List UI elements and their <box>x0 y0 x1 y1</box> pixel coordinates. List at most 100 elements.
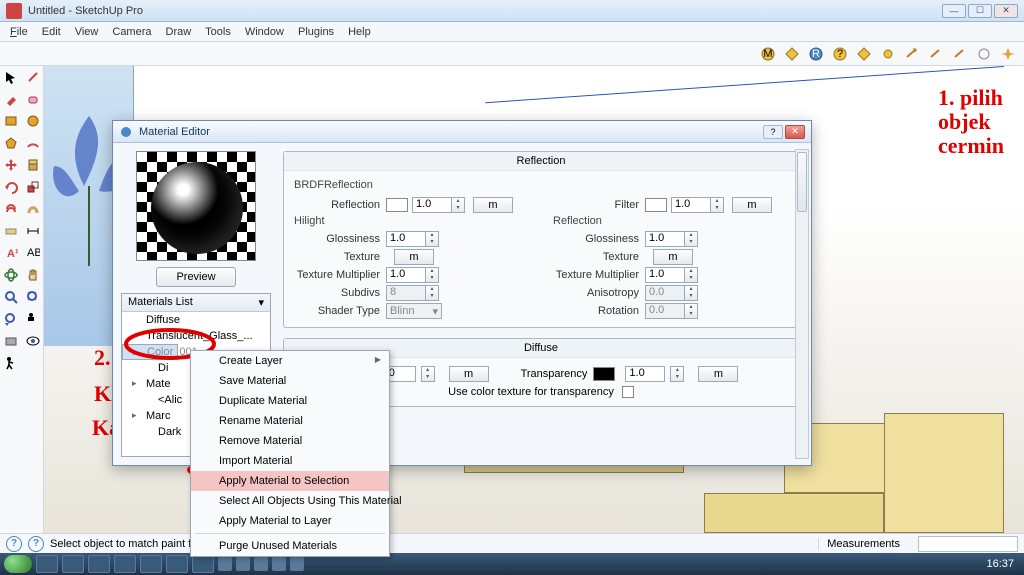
rotate-tool-icon[interactable] <box>1 177 21 197</box>
arc-tool-icon[interactable] <box>23 133 43 153</box>
section-tool-icon[interactable] <box>1 331 21 351</box>
ctx-apply-to-selection[interactable]: Apply Material to Selection <box>191 471 389 491</box>
ctx-save-material[interactable]: Save Material <box>191 371 389 391</box>
texmul-input[interactable]: 1.0 <box>386 267 426 283</box>
spinner[interactable]: ▴▾ <box>425 231 439 247</box>
ctx-import-material[interactable]: Import Material <box>191 451 389 471</box>
menu-tools[interactable]: Tools <box>199 24 237 40</box>
ctx-create-layer[interactable]: Create Layer <box>191 351 389 371</box>
help-icon[interactable]: ? <box>6 536 22 552</box>
taskbar-item[interactable] <box>36 555 58 573</box>
plugin-sun-icon[interactable] <box>878 44 898 64</box>
paint-tool-icon[interactable] <box>1 89 21 109</box>
eraser-tool-icon[interactable] <box>23 89 43 109</box>
pushpull-tool-icon[interactable] <box>23 155 43 175</box>
measurements-input[interactable] <box>918 536 1018 552</box>
subdivs-input[interactable]: 8 <box>386 285 426 301</box>
plugin-diamond2-icon[interactable] <box>854 44 874 64</box>
filter-swatch[interactable] <box>645 198 667 212</box>
tray-icon[interactable] <box>254 557 268 571</box>
zoom-extents-tool-icon[interactable] <box>23 287 43 307</box>
taskbar-item[interactable] <box>88 555 110 573</box>
tray-icon[interactable] <box>218 557 232 571</box>
select-tool-icon[interactable] <box>1 67 21 87</box>
menu-file[interactable]: File <box>4 24 34 40</box>
spinner[interactable]: ▴▾ <box>425 267 439 283</box>
plugin-spark-icon[interactable] <box>998 44 1018 64</box>
texture2-m-button[interactable]: m <box>653 249 693 265</box>
ctx-rename-material[interactable]: Rename Material <box>191 411 389 431</box>
spinner[interactable]: ▴▾ <box>684 267 698 283</box>
tray-icon[interactable] <box>236 557 250 571</box>
menu-view[interactable]: View <box>69 24 105 40</box>
preview-button[interactable]: Preview <box>156 267 236 287</box>
reflection-input[interactable]: 1.0 <box>412 197 452 213</box>
tape-tool-icon[interactable] <box>1 221 21 241</box>
position-camera-tool-icon[interactable] <box>23 309 43 329</box>
use-color-checkbox[interactable] <box>622 386 634 398</box>
move-tool-icon[interactable] <box>1 155 21 175</box>
rotation-input[interactable]: 0.0 <box>645 303 685 319</box>
menu-help[interactable]: Help <box>342 24 377 40</box>
reflection-m-button[interactable]: m <box>473 197 513 213</box>
plugin-arrow-icon[interactable] <box>902 44 922 64</box>
texmul2-input[interactable]: 1.0 <box>645 267 685 283</box>
circle-tool-icon[interactable] <box>23 111 43 131</box>
ctx-purge-unused[interactable]: Purge Unused Materials <box>191 536 389 556</box>
spinner[interactable]: ▴▾ <box>684 231 698 247</box>
line-tool-icon[interactable] <box>23 67 43 87</box>
texture-m-button[interactable]: m <box>394 249 434 265</box>
list-item-selected[interactable]: Color_001 <box>122 344 178 360</box>
scale-tool-icon[interactable] <box>23 177 43 197</box>
filter-input[interactable]: 1.0 <box>671 197 711 213</box>
material-editor-help-button[interactable]: ? <box>763 125 783 139</box>
ctx-apply-to-layer[interactable]: Apply Material to Layer <box>191 511 389 531</box>
taskbar-item[interactable] <box>114 555 136 573</box>
spinner[interactable]: ▴▾ <box>684 303 698 319</box>
taskbar-item[interactable] <box>166 555 188 573</box>
start-button[interactable] <box>4 555 32 573</box>
pan-tool-icon[interactable] <box>23 265 43 285</box>
tray-icon[interactable] <box>290 557 304 571</box>
spinner[interactable]: ▴▾ <box>710 197 724 213</box>
dimension-tool-icon[interactable] <box>23 221 43 241</box>
minimize-button[interactable]: — <box>942 4 966 18</box>
offset-tool-icon[interactable] <box>1 199 21 219</box>
reflection-swatch[interactable] <box>386 198 408 212</box>
spinner[interactable]: ▴▾ <box>451 197 465 213</box>
filter-m-button[interactable]: m <box>732 197 772 213</box>
tray-icon[interactable] <box>272 557 286 571</box>
ctx-select-all-using[interactable]: Select All Objects Using This Material <box>191 491 389 511</box>
glossiness2-input[interactable]: 1.0 <box>645 231 685 247</box>
help-icon-2[interactable]: ? <box>28 536 44 552</box>
plugin-arrow3-icon[interactable] <box>950 44 970 64</box>
zoom-tool-icon[interactable] <box>1 287 21 307</box>
orbit-tool-icon[interactable] <box>1 265 21 285</box>
menu-camera[interactable]: Camera <box>106 24 157 40</box>
look-around-tool-icon[interactable] <box>23 331 43 351</box>
spinner[interactable]: ▴▾ <box>425 285 439 301</box>
list-item[interactable]: Diffuse <box>122 312 270 328</box>
materials-list-dropdown-icon[interactable]: ▾ <box>258 296 264 309</box>
scrollbar[interactable] <box>795 149 809 459</box>
glossiness-input[interactable]: 1.0 <box>386 231 426 247</box>
polygon-tool-icon[interactable] <box>1 133 21 153</box>
spinner[interactable]: ▴▾ <box>421 366 435 382</box>
menu-draw[interactable]: Draw <box>160 24 198 40</box>
menu-window[interactable]: Window <box>239 24 290 40</box>
plugin-globe-icon[interactable] <box>974 44 994 64</box>
taskbar-item[interactable] <box>140 555 162 573</box>
transparency-m-button[interactable]: m <box>698 366 738 382</box>
taskbar-item[interactable] <box>192 555 214 573</box>
walk-tool-icon[interactable] <box>1 353 21 373</box>
plugin-r-icon[interactable]: R <box>806 44 826 64</box>
close-button[interactable]: ✕ <box>994 4 1018 18</box>
text-tool-icon[interactable]: A¹ <box>1 243 21 263</box>
ctx-remove-material[interactable]: Remove Material <box>191 431 389 451</box>
material-editor-close-button[interactable]: ✕ <box>785 125 805 139</box>
shader-select[interactable]: Blinn▾ <box>386 303 442 319</box>
material-editor-titlebar[interactable]: Material Editor ? ✕ <box>113 121 811 143</box>
abc-tool-icon[interactable]: ABC <box>23 243 43 263</box>
ctx-duplicate-material[interactable]: Duplicate Material <box>191 391 389 411</box>
spinner[interactable]: ▴▾ <box>670 366 684 382</box>
